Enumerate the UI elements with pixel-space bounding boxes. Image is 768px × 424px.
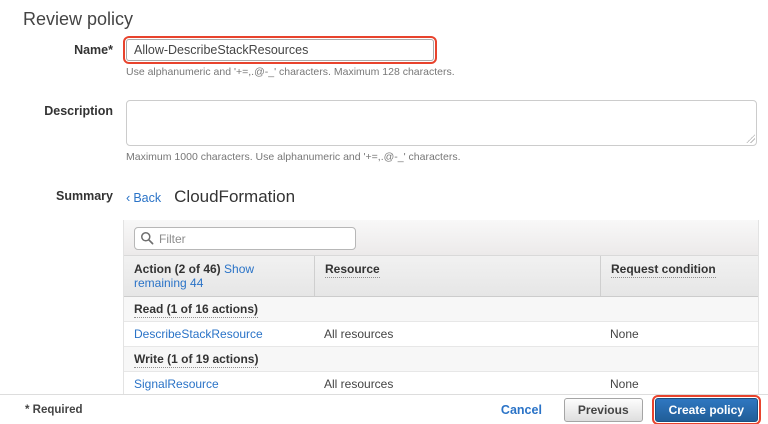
name-input[interactable] (126, 39, 434, 61)
filter-input[interactable] (134, 227, 356, 250)
name-help-text: Use alphanumeric and '+=,.@-_' character… (126, 66, 768, 78)
footer-bar: * Required Cancel Previous Create policy (0, 394, 768, 424)
summary-row: Summary ‹Back CloudFormation (0, 187, 768, 207)
service-title: CloudFormation (174, 187, 295, 207)
back-link-label: Back (133, 191, 161, 205)
previous-button[interactable]: Previous (564, 398, 643, 422)
action-column-header: Action (2 of 46) Show remaining 44 (124, 256, 314, 296)
resource-column-label: Resource (325, 262, 380, 278)
name-row: Name* Use alphanumeric and '+=,.@-_' cha… (0, 39, 768, 78)
summary-label: Summary (0, 187, 113, 203)
resource-cell: All resources (314, 322, 600, 346)
action-link[interactable]: SignalResource (134, 377, 219, 391)
group-row-read: Read (1 of 16 actions) (124, 297, 758, 322)
filter-bar (124, 220, 758, 256)
request-condition-column-label: Request condition (611, 262, 716, 278)
table-row: DescribeStackResource All resources None (124, 322, 758, 347)
request-condition-cell: None (600, 372, 758, 396)
request-condition-cell: None (600, 322, 758, 346)
request-condition-column-header: Request condition (600, 256, 758, 296)
action-column-label: Action (2 of 46) (134, 262, 221, 276)
description-row: Description Maximum 1000 characters. Use… (0, 100, 768, 163)
cancel-link[interactable]: Cancel (501, 403, 542, 417)
search-icon (140, 231, 154, 245)
resource-column-header: Resource (314, 256, 600, 296)
description-help-text: Maximum 1000 characters. Use alphanumeri… (126, 151, 768, 163)
page-title: Review policy (23, 9, 768, 30)
create-policy-button[interactable]: Create policy (655, 398, 758, 422)
footer-actions: Cancel Previous Create policy (501, 398, 758, 422)
group-row-read-label: Read (1 of 16 actions) (134, 302, 258, 318)
back-link[interactable]: ‹Back (126, 190, 161, 205)
filter-box (134, 227, 356, 250)
policy-summary-table: Action (2 of 46) Show remaining 44 Resou… (123, 220, 759, 398)
group-row-write: Write (1 of 19 actions) (124, 347, 758, 372)
resource-cell: All resources (314, 372, 600, 396)
action-link[interactable]: DescribeStackResource (134, 327, 263, 341)
description-textarea[interactable] (126, 100, 757, 146)
group-row-write-label: Write (1 of 19 actions) (134, 352, 258, 368)
description-label: Description (0, 100, 113, 118)
table-header-row: Action (2 of 46) Show remaining 44 Resou… (124, 256, 758, 297)
required-note: * Required (25, 404, 83, 416)
chevron-left-icon: ‹ (126, 190, 130, 205)
name-label: Name* (0, 39, 113, 57)
